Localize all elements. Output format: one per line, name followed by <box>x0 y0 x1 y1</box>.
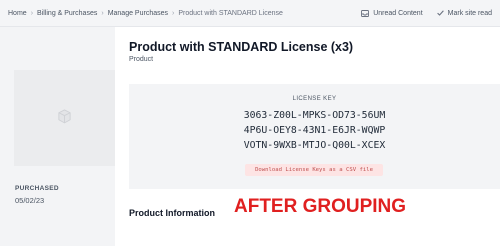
annotation-overlay: AFTER GROUPING <box>234 196 407 217</box>
license-key-1: 3063-Z00L-MPKS-OD73-56UM <box>243 110 386 121</box>
page-title: Product with STANDARD License (x3) <box>129 40 354 54</box>
download-csv-button[interactable]: Download License Keys as a CSV file <box>245 164 383 176</box>
box-icon <box>58 109 71 124</box>
mark-site-read-link[interactable]: Mark site read <box>436 9 492 17</box>
breadcrumb-separator-icon: › <box>101 9 104 17</box>
sidebar-panel: PURCHASED 05/02/23 <box>0 27 115 246</box>
product-information-heading: Product Information <box>129 208 215 218</box>
breadcrumb-home[interactable]: Home <box>8 10 27 17</box>
breadcrumb-current-page: Product with STANDARD License <box>178 9 283 17</box>
breadcrumb-separator-icon: › <box>172 9 175 17</box>
product-type: Product <box>129 56 154 63</box>
mark-site-read-label: Mark site read <box>447 9 492 17</box>
license-key-3: VOTN-9WXB-MTJO-Q00L-XCEX <box>243 140 386 151</box>
breadcrumb-billing[interactable]: Billing & Purchases <box>37 10 97 17</box>
breadcrumb-manage-purchases[interactable]: Manage Purchases <box>108 10 168 17</box>
license-key-2: 4P6U-OEY8-43N1-E6JR-WQWP <box>243 125 386 136</box>
breadcrumb-separator-icon: › <box>30 9 34 17</box>
breadcrumb: Home › Billing & Purchases › Manage Purc… <box>8 10 283 17</box>
unread-content-label: Unread Content <box>373 9 423 17</box>
unread-content-link[interactable]: Unread Content <box>361 9 423 17</box>
product-thumbnail <box>14 70 115 166</box>
top-actions: Unread Content Mark site read <box>347 10 492 17</box>
license-key-panel: LICENSE KEY 3063-Z00L-MPKS-OD73-56UM 4P6… <box>129 84 500 189</box>
license-key-label: LICENSE KEY <box>292 96 337 102</box>
inbox-icon <box>361 9 370 17</box>
top-bar: Home › Billing & Purchases › Manage Purc… <box>0 0 500 27</box>
purchased-label: PURCHASED <box>15 185 59 192</box>
purchased-date: 05/02/23 <box>15 196 45 205</box>
check-icon <box>436 10 444 16</box>
